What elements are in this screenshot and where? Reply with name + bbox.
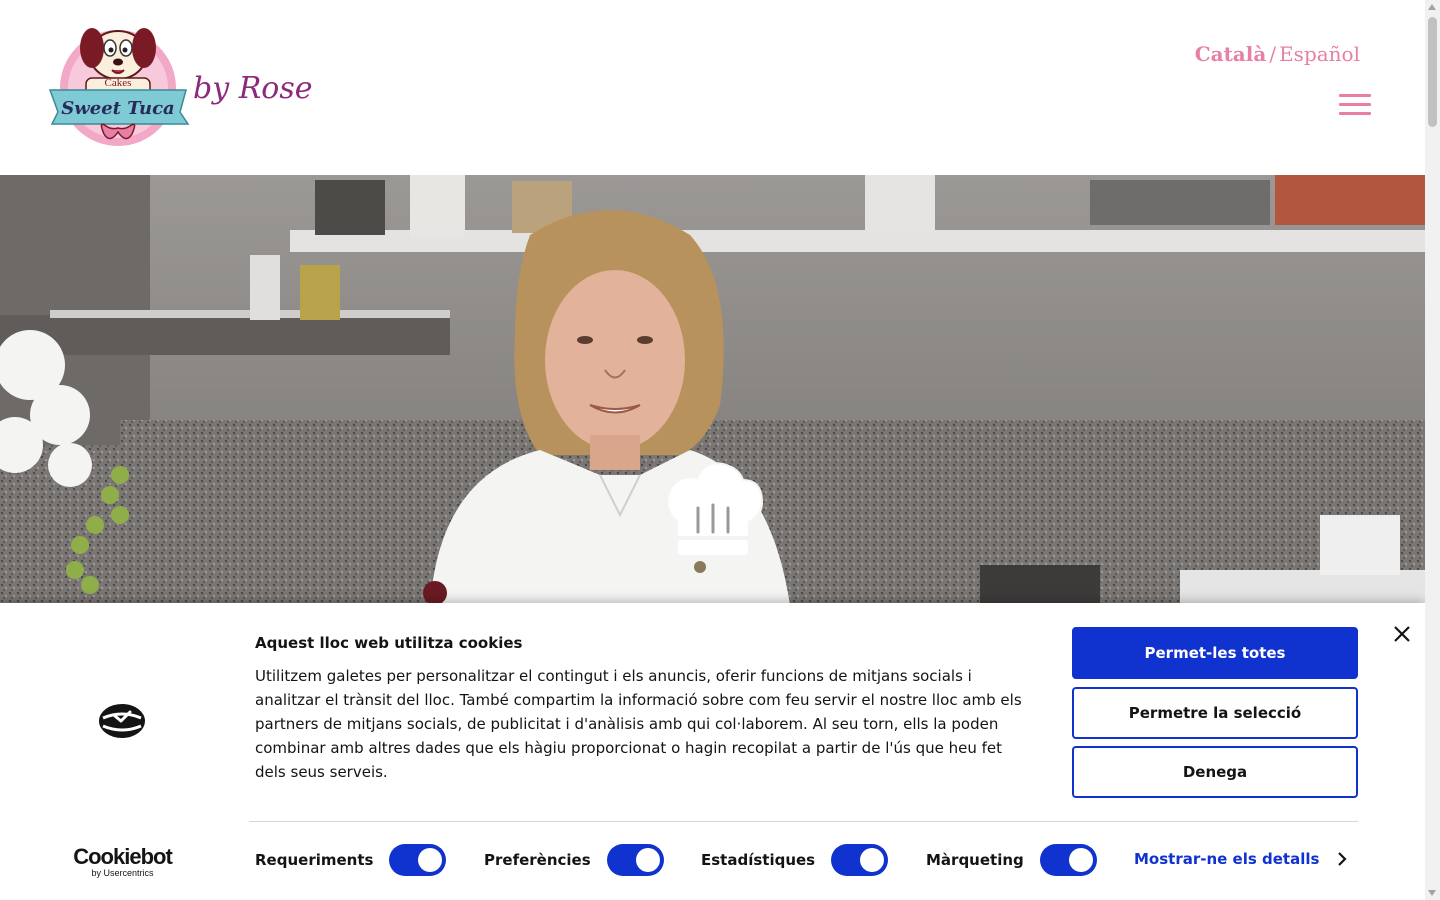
requeriments-switch[interactable] [389,844,447,876]
allow-selection-button[interactable]: Permetre la selecció [1072,687,1358,739]
marqueting-switch[interactable] [1039,844,1097,876]
logo-cakes-text: Cakes [105,77,132,89]
cookie-description: Utilitzem galetes per personalitzar el c… [255,667,1022,781]
switch-knob [1068,848,1093,872]
toggle-label: Estadístiques [701,851,816,869]
logo-main-text: Sweet Tuca [61,98,174,119]
lang-espanol-link[interactable]: Español [1279,42,1360,66]
toggle-marqueting: Màrqueting [926,844,1097,876]
show-details-link[interactable]: Mostrar-ne els detalls [1134,850,1347,868]
scroll-up-arrow-icon[interactable] [1428,4,1436,10]
chef-hat-icon [666,462,763,555]
hamburger-line [1339,94,1371,97]
estadistiques-switch[interactable] [831,844,889,876]
lang-catala-link[interactable]: Català [1195,42,1267,66]
switch-knob [418,848,443,872]
show-details-label: Mostrar-ne els detalls [1134,850,1320,868]
scrollbar-thumb[interactable] [1428,17,1437,127]
toggle-label: Requeriments [255,851,374,869]
toggle-requeriments: Requeriments [255,844,447,876]
cookie-title: Aquest lloc web utilitza cookies [255,634,523,652]
hamburger-line [1339,103,1371,106]
chevron-right-icon [1338,852,1347,866]
deny-button[interactable]: Denega [1072,746,1358,798]
allow-all-button[interactable]: Permet-les totes [1072,627,1358,679]
logo-tagline: by Rose [193,71,313,106]
lang-separator: / [1269,42,1277,66]
toggle-label: Màrqueting [926,851,1024,869]
toggle-preferencies: Preferències [484,844,664,876]
scroll-down-arrow-icon[interactable] [1428,890,1436,896]
language-switcher: Català / Español [1195,42,1360,66]
toggle-label: Preferències [484,851,591,869]
cookiebot-sub: by Usercentrics [91,868,154,878]
toggle-estadistiques: Estadístiques [701,844,889,876]
close-icon[interactable] [1392,624,1412,644]
hamburger-line [1339,112,1371,115]
switch-knob [635,848,660,872]
menu-hamburger-icon[interactable] [1339,94,1371,118]
site-header: Cakes Sweet Tuca by Rose Català / Español [0,0,1425,175]
cookiebot-logo-icon [99,704,145,738]
cookie-divider [249,821,1358,822]
page-scrollbar[interactable] [1425,0,1440,900]
hero-photo [0,175,1425,605]
cookiebot-wordmark: Cookiebot [73,844,173,869]
page: Cakes Sweet Tuca by Rose Català / Español [0,0,1440,900]
preferencies-switch[interactable] [606,844,664,876]
sweet-tuca-logo[interactable]: Cakes Sweet Tuca by Rose [48,20,328,155]
switch-knob [860,848,885,872]
cookiebot-brand[interactable]: Cookiebot by Usercentrics [70,844,175,879]
